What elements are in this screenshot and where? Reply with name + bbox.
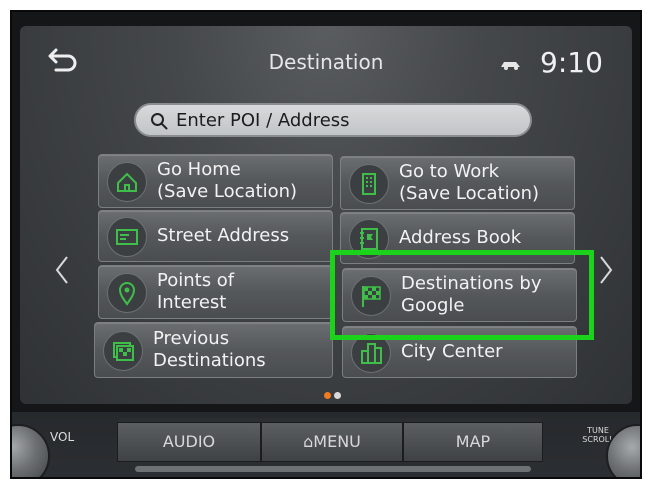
search-placeholder: Enter POI / Address bbox=[176, 110, 350, 131]
street-address-button[interactable]: Street Address bbox=[98, 210, 333, 262]
highlight-box bbox=[330, 250, 594, 340]
building-icon bbox=[349, 164, 389, 204]
address-card-icon bbox=[107, 217, 147, 257]
city-center-label: City Center bbox=[401, 341, 503, 362]
previous-page-arrow-icon[interactable] bbox=[54, 254, 70, 286]
hardware-controls: VOL AUDIO ⌂MENU MAP TUNE SCROLL bbox=[12, 412, 640, 477]
go-home-label: Go Home (Save Location) bbox=[157, 159, 298, 202]
button-strip bbox=[135, 466, 531, 472]
menu-label: MENU bbox=[313, 432, 361, 451]
page-dot-active bbox=[324, 392, 331, 399]
audio-button[interactable]: AUDIO bbox=[117, 422, 261, 462]
clock: 9:10 bbox=[540, 46, 603, 79]
tune-label: TUNE bbox=[587, 426, 609, 435]
map-pin-icon bbox=[107, 273, 147, 313]
go-to-work-label: Go to Work (Save Location) bbox=[399, 161, 540, 204]
volume-knob[interactable] bbox=[12, 424, 50, 477]
points-of-interest-button[interactable]: Points of Interest bbox=[98, 265, 333, 319]
street-address-label: Street Address bbox=[157, 225, 290, 246]
history-flag-icon bbox=[103, 331, 143, 371]
map-button[interactable]: MAP bbox=[403, 422, 543, 462]
address-book-label: Address Book bbox=[399, 227, 522, 248]
page-dot bbox=[334, 392, 341, 399]
next-page-arrow-icon[interactable] bbox=[598, 254, 614, 286]
search-input[interactable]: Enter POI / Address bbox=[134, 103, 532, 137]
previous-destinations-label: Previous Destinations bbox=[153, 328, 266, 371]
page-indicator bbox=[324, 384, 344, 403]
photo-frame: Destination 9:10 Enter POI / Address Go … bbox=[10, 10, 642, 479]
car-icon bbox=[501, 62, 520, 70]
vol-label: VOL bbox=[50, 430, 75, 444]
display-bezel: Destination 9:10 Enter POI / Address Go … bbox=[12, 12, 640, 412]
previous-destinations-button[interactable]: Previous Destinations bbox=[94, 322, 333, 378]
hardware-button-row: AUDIO ⌂MENU MAP bbox=[117, 418, 543, 472]
display-screen: Destination 9:10 Enter POI / Address Go … bbox=[20, 26, 632, 404]
home-icon: ⌂ bbox=[303, 432, 314, 451]
go-home-button[interactable]: Go Home (Save Location) bbox=[98, 154, 333, 208]
points-of-interest-label: Points of Interest bbox=[157, 270, 235, 313]
menu-button[interactable]: ⌂MENU bbox=[261, 422, 403, 462]
home-icon bbox=[107, 162, 147, 202]
go-to-work-button[interactable]: Go to Work (Save Location) bbox=[340, 156, 575, 210]
search-icon bbox=[151, 113, 168, 130]
